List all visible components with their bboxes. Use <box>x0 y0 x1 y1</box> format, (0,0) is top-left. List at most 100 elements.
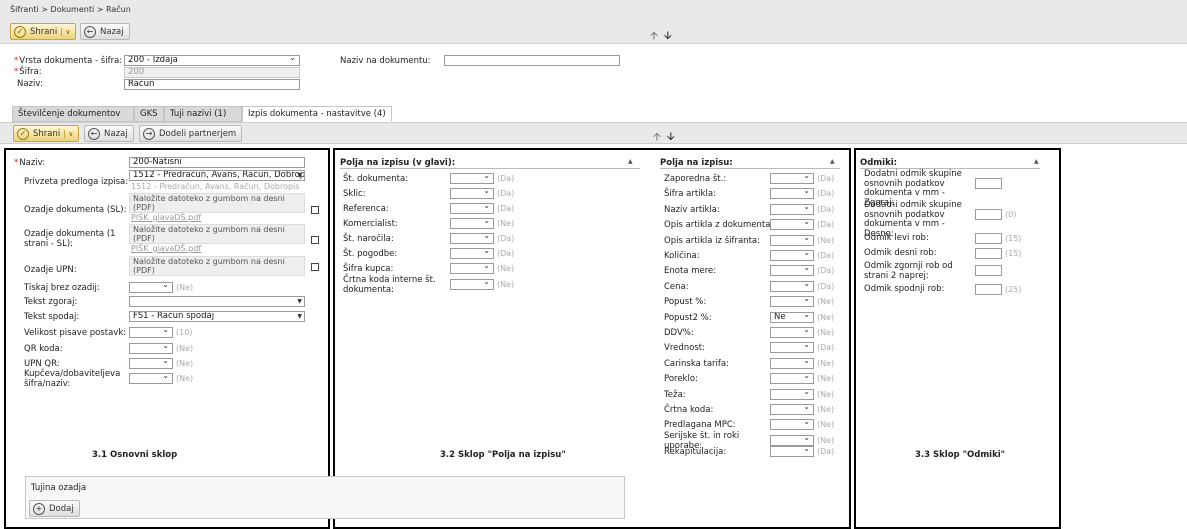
s2a-row-label: Št. pogodbe: <box>343 249 398 259</box>
add-button[interactable]: + Dodaj <box>29 500 80 517</box>
s2b-row-select[interactable] <box>770 281 814 292</box>
s2b-row-select[interactable] <box>770 296 814 307</box>
tab-izpis-dokumenta[interactable]: Izpis dokumenta - nastavitve (4) <box>242 106 392 122</box>
s2b-row-select[interactable] <box>770 419 814 430</box>
ozadje1-upload-icon[interactable] <box>311 236 319 244</box>
tab-tuji-nazivi[interactable]: Tuji nazivi (1) <box>164 106 242 122</box>
s3-row-label: Odmik spodnji rob: <box>864 284 945 294</box>
assign-partners-label: Dodeli partnerjem <box>159 128 237 139</box>
s2b-row-select[interactable] <box>770 342 814 353</box>
s2a-row-select[interactable] <box>450 203 494 214</box>
s2a-row-hint: (Da) <box>497 189 515 198</box>
s3-row-input[interactable] <box>975 178 1002 189</box>
s2b-row-label: Opis artikla z dokumenta: <box>664 220 774 230</box>
s2b-row-label: Rekapitulacija: <box>664 447 727 457</box>
section2-caption: 3.2 Sklop "Polja na izpisu" <box>440 450 566 460</box>
arrow-up-icon[interactable]: 🡩 <box>653 130 661 143</box>
qr-hint: (Ne) <box>176 344 194 353</box>
s2b-row-select[interactable] <box>770 435 814 446</box>
tiskaj-select[interactable] <box>129 282 173 293</box>
s2b-row-hint: (Da) <box>817 205 835 214</box>
s2a-row-select[interactable] <box>450 173 494 184</box>
s2b-collapse-icon[interactable]: ▲ <box>830 158 835 165</box>
sub-save-button[interactable]: ✓ Shrani ∨ <box>13 125 80 142</box>
s2a-collapse-icon[interactable]: ▲ <box>628 158 633 165</box>
s2a-row-label: Sklic: <box>343 189 366 199</box>
vrsta-select[interactable]: 200 - Izdaja <box>124 55 300 66</box>
s2b-row-label: Carinska tarifa: <box>664 359 729 369</box>
s3-row-input[interactable] <box>975 265 1002 276</box>
s2b-row-select[interactable] <box>770 188 814 199</box>
upnqr-select[interactable] <box>129 358 173 369</box>
s2b-row-select[interactable] <box>770 235 814 246</box>
qr-select[interactable] <box>129 343 173 354</box>
s2b-row-select[interactable] <box>770 373 814 384</box>
s1-naziv-field[interactable]: 200-Natisni <box>129 157 305 168</box>
sifra-field: 200 <box>124 67 300 78</box>
s2b-row-select[interactable] <box>770 446 814 457</box>
arrow-down-icon[interactable]: 🡫 <box>664 29 672 42</box>
add-button-label: Dodaj <box>49 503 74 514</box>
sub-toolbar: ✓ Shrani ∨ ← Nazaj → Dodeli partnerjem 🡩… <box>0 122 1187 144</box>
arrow-right-icon: → <box>143 127 155 140</box>
s2b-row-select[interactable] <box>770 265 814 276</box>
ozadje-sl-file-link[interactable]: PIŠK_glavaDŠ.pdf <box>131 213 201 222</box>
s2b-row-select[interactable] <box>770 250 814 261</box>
s2a-row-hint: (Da) <box>497 234 515 243</box>
s2a-row-label: Črtna koda interne št. dokumenta: <box>343 275 436 295</box>
s2b-row-select[interactable]: Ne <box>770 312 814 323</box>
ozadje-sl-upload-icon[interactable] <box>311 206 319 214</box>
s2b-title: Polja na izpisu: <box>660 158 733 168</box>
s2a-row-select[interactable] <box>450 263 494 274</box>
chevron-down-icon[interactable]: ∨ <box>61 27 70 36</box>
s2a-row-label: Referenca: <box>343 204 389 214</box>
top-toolbar: Šifranti > Dokumenti > Račun ✓ Shrani ∨ … <box>0 0 1187 44</box>
ozadje-sl-label: Ozadje dokumenta (SL): <box>24 205 127 215</box>
upn-upload-icon[interactable] <box>311 263 319 271</box>
s2a-row-select[interactable] <box>450 188 494 199</box>
s2b-row-hint: (Ne) <box>817 420 835 429</box>
velikost-select[interactable] <box>129 327 173 338</box>
upnqr-hint: (Ne) <box>176 359 194 368</box>
s2a-row-select[interactable] <box>450 279 494 290</box>
section3-caption: 3.3 Sklop "Odmiki" <box>915 450 1006 460</box>
s2b-row-select[interactable] <box>770 389 814 400</box>
assign-partners-button[interactable]: → Dodeli partnerjem <box>139 125 243 142</box>
s3-row-input[interactable] <box>975 284 1002 295</box>
s2b-row-select[interactable] <box>770 404 814 415</box>
arrow-up-icon[interactable]: 🡩 <box>650 29 658 42</box>
s3-row-input[interactable] <box>975 209 1002 220</box>
naziv-field[interactable]: Račun <box>124 79 300 90</box>
s3-row-input[interactable] <box>975 233 1002 244</box>
sub-back-button[interactable]: ← Nazaj <box>84 125 134 142</box>
s3-row-hint: (25) <box>1005 285 1022 294</box>
save-button[interactable]: ✓ Shrani ∨ <box>10 23 77 40</box>
s2b-row-hint: (Da) <box>817 282 835 291</box>
sub-back-label: Nazaj <box>104 128 128 139</box>
s2b-row-select[interactable] <box>770 204 814 215</box>
back-button[interactable]: ← Nazaj <box>80 23 130 40</box>
arrow-down-icon[interactable]: 🡫 <box>667 130 675 143</box>
tab-gks[interactable]: GKS <box>134 106 164 122</box>
s2a-row-select[interactable] <box>450 248 494 259</box>
zgoraj-select[interactable] <box>129 296 305 307</box>
s2a-row-select[interactable] <box>450 233 494 244</box>
tiskaj-hint: (Ne) <box>176 283 194 292</box>
predloga-select[interactable]: 1512 - Predračun, Avans, Račun, Dobropis <box>129 170 305 181</box>
s2b-row-select[interactable] <box>770 327 814 338</box>
s3-collapse-icon[interactable]: ▲ <box>1034 158 1039 165</box>
spodaj-label: Tekst spodaj: <box>24 312 80 322</box>
s3-row-input[interactable] <box>975 248 1002 259</box>
chevron-down-icon[interactable]: ∨ <box>64 129 73 138</box>
s2b-row-hint: (Ne) <box>817 328 835 337</box>
naziv-dokumenta-field[interactable] <box>444 55 620 66</box>
velikost-label: Velikost pisave postavk: <box>24 328 127 338</box>
ozadje1-file-link[interactable]: PIŠK_glavaDŠ.pdf <box>131 244 201 253</box>
s2b-row-select[interactable] <box>770 358 814 369</box>
kupceva-select[interactable] <box>129 373 173 384</box>
spodaj-select[interactable]: FS1 - Račun spodaj <box>129 311 305 322</box>
tab-stevilcenje[interactable]: Številčenje dokumentov <box>12 106 134 122</box>
s2b-row-select[interactable] <box>770 173 814 184</box>
s2b-row-select[interactable] <box>770 219 814 230</box>
s2a-row-select[interactable] <box>450 218 494 229</box>
